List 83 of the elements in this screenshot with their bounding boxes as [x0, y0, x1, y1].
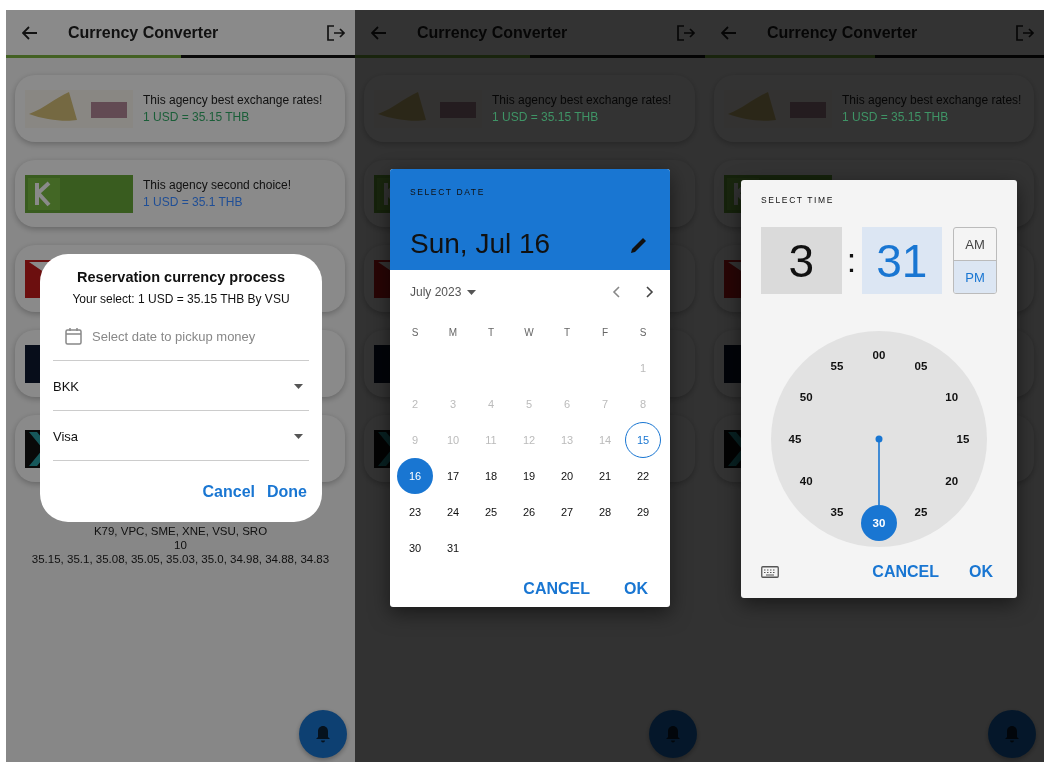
minute-label[interactable]: 20	[945, 475, 959, 487]
calendar-day[interactable]: 30	[397, 530, 433, 566]
weekday-label: W	[523, 325, 535, 340]
weekday-label: S	[410, 325, 420, 340]
calendar-day[interactable]: 31	[435, 530, 471, 566]
summary-text: K79, VPC, SME, XNE, VSU, SRO	[93, 524, 268, 538]
period-option[interactable]: AM	[954, 228, 996, 260]
dialog-button[interactable]: Cancel	[202, 483, 255, 501]
dialog-title: Reservation currency process	[76, 269, 286, 285]
calendar-day[interactable]: 27	[549, 494, 585, 530]
agency-card[interactable]: This agency best exchange rates! 1 USD = 35.15 THB	[15, 75, 345, 142]
dialog-button[interactable]: OK	[969, 563, 993, 581]
chevron-left-icon	[612, 286, 620, 298]
calendar-day[interactable]: 25	[473, 494, 509, 530]
month-selector[interactable]: July 2023	[410, 285, 477, 299]
bell-icon	[315, 725, 331, 743]
dialog-button[interactable]: CANCEL	[872, 563, 939, 581]
logout-icon[interactable]	[327, 24, 345, 41]
minute-label[interactable]: 15	[956, 433, 970, 445]
minute-label[interactable]: 10	[945, 391, 959, 403]
calendar-day[interactable]: 24	[435, 494, 471, 530]
calendar-icon	[65, 327, 82, 345]
agency-card[interactable]: This agency second choice! 1 USD = 35.1 THB	[15, 160, 345, 227]
minute-label[interactable]: 55	[830, 360, 844, 373]
clock-hand[interactable]	[861, 435, 897, 541]
selected-date: Sun, Jul 16	[410, 228, 551, 260]
calendar-day[interactable]: 29	[625, 494, 661, 530]
minute-label[interactable]: 40	[799, 475, 813, 487]
time-separator: :	[845, 241, 858, 280]
caret-icon	[294, 433, 303, 439]
date-field[interactable]: Select date to pickup money	[92, 328, 292, 344]
calendar-day[interactable]: 22	[625, 458, 661, 494]
weekday-label: M	[447, 325, 459, 340]
app-title: Currency Converter	[68, 23, 219, 42]
agency-note: This agency best exchange rates!	[143, 93, 323, 107]
dialog-button[interactable]: OK	[624, 580, 648, 598]
minute-label[interactable]: 45	[788, 433, 802, 445]
chevron-right-icon	[646, 286, 654, 298]
exchange-rate: 1 USD = 35.15 THB	[492, 110, 600, 124]
back-arrow-icon[interactable]	[22, 25, 38, 40]
dropdown-field[interactable]: Visa	[53, 412, 309, 461]
weekday-label: T	[562, 325, 572, 340]
weekday-label: F	[600, 325, 610, 340]
summary-text: 10	[174, 538, 187, 552]
agency-note: This agency second choice!	[143, 178, 292, 192]
calendar-day[interactable]: 16	[397, 458, 433, 494]
exchange-rate: 1 USD = 35.1 THB	[143, 195, 244, 209]
calendar-day[interactable]: 21	[587, 458, 623, 494]
next-month-button[interactable]	[646, 286, 654, 298]
minute-label[interactable]: 05	[914, 360, 928, 373]
dialog-label: SELECT TIME	[761, 195, 836, 205]
exchange-rate: 1 USD = 35.15 THB	[143, 110, 251, 124]
dialog-label: SELECT DATE	[410, 187, 485, 197]
calendar-day[interactable]: 17	[435, 458, 471, 494]
minute-label[interactable]: 35	[830, 505, 844, 518]
dialog-subtitle: Your select: 1 USD = 35.15 THB By VSU	[71, 292, 291, 306]
calendar-day[interactable]: 23	[397, 494, 433, 530]
calendar-day[interactable]: 26	[511, 494, 547, 530]
clock-dial[interactable]: 00 05 10 15 20 25 30 35 40 45 50 55	[771, 331, 987, 547]
summary-text: 35.15, 35.1, 35.08, 35.05, 35.03, 35.0, 34.98, 34.88, 34.83	[31, 552, 330, 566]
dropdown-field[interactable]: BKK	[53, 362, 309, 411]
weekday-label: T	[486, 325, 496, 340]
dialog-button[interactable]: CANCEL	[523, 580, 590, 598]
period-option[interactable]: PM	[954, 260, 996, 293]
exchange-rate: 1 USD = 35.15 THB	[842, 110, 950, 124]
previous-month-button[interactable]	[612, 286, 620, 298]
calendar-day[interactable]: 19	[511, 458, 547, 494]
minute-label[interactable]: 50	[799, 391, 813, 403]
minute-field[interactable]: 31	[861, 227, 943, 294]
caret-icon	[467, 289, 477, 295]
calendar-day[interactable]: 18	[473, 458, 509, 494]
minute-label[interactable]: 00	[872, 349, 886, 361]
pencil-icon[interactable]	[630, 236, 648, 254]
notification-button[interactable]	[299, 710, 347, 758]
calendar-day[interactable]: 20	[549, 458, 585, 494]
minute-label[interactable]: 30	[872, 517, 886, 529]
hour-field[interactable]: 3	[761, 227, 842, 294]
dialog-button[interactable]: Done	[267, 483, 307, 501]
weekday-label: S	[638, 325, 648, 340]
keyboard-icon[interactable]	[761, 566, 779, 578]
caret-icon	[294, 383, 303, 389]
minute-label[interactable]: 25	[914, 505, 928, 518]
calendar-day[interactable]: 28	[587, 494, 623, 530]
